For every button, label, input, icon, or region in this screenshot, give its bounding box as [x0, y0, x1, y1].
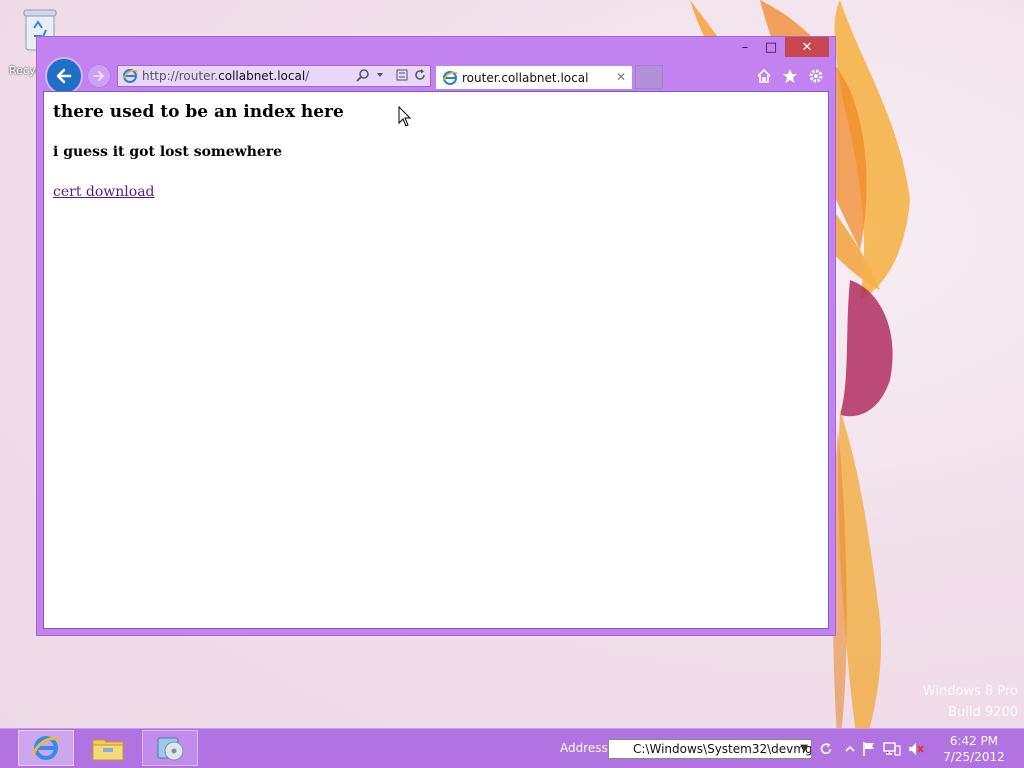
ie-window[interactable]: – □ ✕ http://router.collabnet.local/ rou…: [36, 36, 836, 636]
tools-button[interactable]: [807, 67, 825, 85]
show-hidden-icons-chevron-icon[interactable]: [845, 744, 855, 754]
address-host: collabnet.local: [218, 69, 306, 83]
back-button[interactable]: [45, 57, 83, 95]
taskbar-address-input[interactable]: C:\Windows\System32\devmg ▼: [608, 739, 812, 759]
clock-date: 7/25/2012: [943, 750, 1005, 764]
forward-button[interactable]: [87, 64, 111, 88]
command-icons: [755, 67, 825, 85]
tab-close-icon[interactable]: ✕: [616, 70, 626, 84]
watermark-edition: Windows 8 Pro: [922, 684, 1018, 699]
tab-title: router.collabnet.local: [462, 70, 589, 85]
address-prefix: http://router.: [142, 69, 219, 83]
network-icon[interactable]: [883, 741, 901, 757]
system-tray: [845, 741, 925, 757]
media-center-icon: [157, 737, 184, 761]
back-arrow-icon: [56, 68, 72, 84]
favorites-star-icon: [783, 69, 797, 83]
settings-gear-icon: [809, 69, 823, 83]
maximize-button[interactable]: □: [759, 37, 783, 57]
search-dropdown-icon[interactable]: [376, 71, 384, 79]
favorites-button[interactable]: [781, 67, 799, 85]
address-bar[interactable]: http://router.collabnet.local/: [117, 65, 431, 87]
address-url[interactable]: http://router.collabnet.local/: [142, 69, 309, 83]
volume-muted-icon[interactable]: [907, 741, 925, 757]
search-icon[interactable]: [356, 68, 370, 82]
explorer-folder-icon: [92, 739, 124, 761]
page-subheading: i guess it got lost somewhere: [53, 144, 283, 160]
new-tab-button[interactable]: [635, 65, 663, 89]
watermark-build: Build 9200: [948, 705, 1018, 720]
cert-download-link[interactable]: cert download: [53, 184, 155, 200]
ie-icon: [122, 69, 138, 83]
flag-icon[interactable]: [861, 741, 877, 757]
clock[interactable]: 6:42 PM 7/25/2012: [936, 733, 1012, 765]
taskbar-ie-button[interactable]: [18, 730, 74, 766]
address-tools: [356, 68, 426, 82]
taskbar-refresh-button[interactable]: [815, 739, 837, 759]
ie-icon: [31, 736, 61, 760]
taskbar-media-button[interactable]: [142, 730, 198, 766]
chevron-down-icon[interactable]: ▼: [800, 743, 808, 754]
taskbar-address-value: C:\Windows\System32\devmg: [633, 742, 812, 756]
forward-arrow-icon: [93, 71, 105, 81]
refresh-icon[interactable]: [414, 69, 426, 81]
compat-view-icon[interactable]: [396, 69, 408, 81]
page-heading: there used to be an index here: [53, 102, 344, 122]
tab-router[interactable]: router.collabnet.local ✕: [435, 65, 633, 89]
refresh-icon: [820, 743, 832, 755]
home-icon: [757, 68, 771, 83]
clock-time: 6:42 PM: [949, 734, 999, 748]
home-button[interactable]: [755, 67, 773, 85]
address-suffix: /: [305, 69, 310, 83]
page-content: there used to be an index here i guess i…: [43, 91, 829, 629]
mouse-cursor-icon: [398, 106, 412, 127]
taskbar-address-label: Address: [560, 741, 608, 755]
close-button[interactable]: ✕: [785, 37, 829, 57]
minimize-button[interactable]: –: [733, 37, 757, 57]
windows-watermark: Windows 8 Pro Build 9200: [923, 684, 1018, 720]
tab-ie-icon: [442, 70, 458, 85]
taskbar: Address C:\Windows\System32\devmg ▼ 6:42…: [0, 728, 1024, 768]
taskbar-explorer-button[interactable]: [80, 730, 136, 766]
